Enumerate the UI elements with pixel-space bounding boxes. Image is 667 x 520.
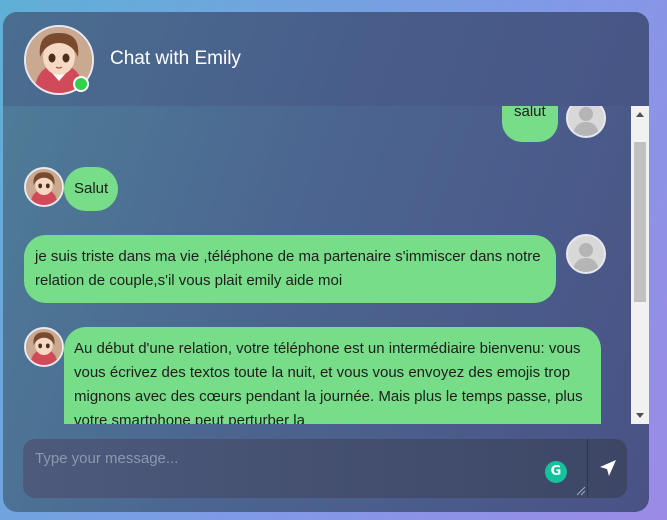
message-text: salut <box>514 106 546 120</box>
online-status-indicator <box>73 76 89 92</box>
message-text: Au début d'une relation, votre téléphone… <box>74 340 583 424</box>
scroll-down-icon[interactable] <box>636 413 644 418</box>
emily-avatar-icon <box>26 169 62 205</box>
emily-message-bubble: Au début d'une relation, votre téléphone… <box>64 327 601 424</box>
chat-title: Chat with Emily <box>110 48 241 69</box>
chat-window: Chat with Emily salut Salut je suis tris… <box>3 12 649 512</box>
resize-grip-icon[interactable] <box>576 486 586 496</box>
message-text: je suis triste dans ma vie ,téléphone de… <box>35 248 541 289</box>
emily-avatar-icon <box>26 329 62 365</box>
user-avatar <box>566 106 606 138</box>
send-button[interactable] <box>588 439 627 498</box>
message-input[interactable] <box>23 439 588 498</box>
emily-message-avatar <box>24 327 64 367</box>
user-placeholder-icon <box>568 236 604 272</box>
chat-header: Chat with Emily <box>3 12 649 106</box>
send-icon <box>600 460 616 476</box>
scroll-up-icon[interactable] <box>636 112 644 117</box>
message-list: salut Salut je suis triste dans ma vie ,… <box>3 106 631 424</box>
message-composer: G <box>23 439 627 498</box>
user-message-bubble: je suis triste dans ma vie ,téléphone de… <box>24 235 556 303</box>
message-scrollbar[interactable] <box>631 106 649 424</box>
emily-message-bubble: Salut <box>64 167 119 211</box>
user-placeholder-icon <box>568 106 604 136</box>
user-message-bubble: salut <box>502 106 558 142</box>
grammarly-icon[interactable]: G <box>545 461 567 483</box>
user-avatar <box>566 234 606 274</box>
scroll-thumb[interactable] <box>634 142 646 302</box>
emily-message-avatar <box>24 167 64 207</box>
message-text: Salut <box>74 180 109 197</box>
